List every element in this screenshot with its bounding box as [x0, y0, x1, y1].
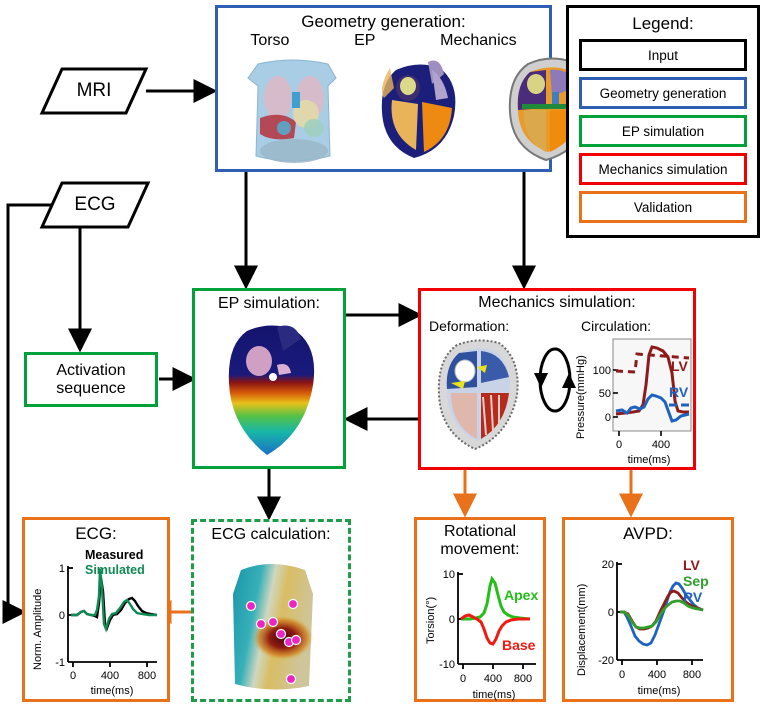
torsion-series-base-label: Base — [502, 637, 536, 653]
svg-text:20: 20 — [602, 559, 614, 571]
svg-text:0: 0 — [59, 610, 65, 622]
rotational-movement-title-line2: movement: — [440, 541, 520, 558]
ep-activation-map-image — [228, 325, 315, 455]
avpd-series-sep-label: Sep — [683, 573, 709, 589]
svg-text:400: 400 — [101, 670, 119, 682]
circulation-label: Circulation: — [581, 318, 652, 334]
input-ecg-label: ECG — [74, 194, 116, 215]
geometry-panel-ep-label: EP — [354, 32, 376, 49]
circulation-xlabel: time(ms) — [628, 454, 671, 466]
avpd-series-rv-label: RV — [683, 589, 703, 605]
input-ecg[interactable]: ECG — [39, 181, 151, 229]
legend-item-mechanics-simulation[interactable]: Mechanics simulation — [579, 153, 747, 185]
legend-item-mechanics-simulation-label: Mechanics simulation — [598, 161, 728, 177]
circulation-series-rv-label: RV — [669, 384, 689, 400]
activation-sequence-line2: sequence — [56, 379, 126, 397]
svg-text:50: 50 — [599, 388, 611, 400]
svg-text:0: 0 — [605, 412, 611, 424]
svg-text:-1: -1 — [55, 657, 65, 669]
svg-text:-20: -20 — [598, 655, 614, 667]
svg-text:400: 400 — [484, 673, 502, 685]
circulation-ylabel: Pressure(mmHg) — [575, 355, 587, 439]
svg-text:0: 0 — [616, 439, 622, 451]
legend-title: Legend: — [632, 14, 694, 33]
rotational-movement-box[interactable]: Rotational movement: Torsion(°) 10 0 -10… — [414, 517, 546, 702]
torsion-xlabel: time(ms) — [473, 689, 516, 701]
ep-geometry-image — [381, 60, 456, 158]
avpd-series-lv-label: LV — [683, 557, 701, 573]
ecg-calculation-box[interactable]: ECG calculation: — [191, 519, 351, 702]
svg-text:400: 400 — [648, 669, 666, 681]
avpd-title: AVPD: — [623, 524, 673, 543]
svg-text:-10: -10 — [439, 659, 455, 671]
rotational-movement-title-line1: Rotational — [443, 523, 517, 540]
legend-item-input-label: Input — [647, 47, 679, 63]
mechanics-simulation-box[interactable]: Mechanics simulation: Deformation: Circu… — [418, 288, 696, 470]
avpd-chart: Displacement(mm) 20 0 -20 LV Sep RV 0 40… — [576, 557, 709, 697]
ecg-validation-box[interactable]: ECG: Norm. Amplitude Measured Simulated … — [22, 517, 170, 702]
svg-text:800: 800 — [514, 673, 532, 685]
ecg-ylabel: Norm. Amplitude — [32, 589, 44, 670]
rotational-movement-chart: Torsion(°) 10 0 -10 Apex Base 0 400 800 … — [425, 569, 538, 701]
geometry-panel-mechanics-label: Mechanics — [440, 32, 517, 49]
avpd-ylabel: Displacement(mm) — [576, 584, 588, 676]
legend-item-validation[interactable]: Validation — [579, 191, 747, 223]
torsion-series-apex-label: Apex — [504, 587, 538, 603]
activation-sequence-box[interactable]: Activation sequence — [24, 352, 158, 407]
legend-item-input[interactable]: Input — [579, 39, 747, 71]
ecg-legend-measured: Measured — [85, 548, 143, 562]
ecg-xlabel: time(ms) — [91, 685, 134, 697]
torsion-ylabel: Torsion(°) — [425, 597, 437, 644]
torso-geometry-image — [247, 59, 337, 163]
avpd-xlabel: time(ms) — [638, 685, 681, 697]
deformation-image — [437, 339, 519, 451]
geometry-generation-title: Geometry generation: — [301, 12, 466, 31]
svg-text:800: 800 — [138, 670, 156, 682]
svg-text:0: 0 — [608, 607, 614, 619]
svg-text:0: 0 — [449, 614, 455, 626]
legend-item-geometry-generation[interactable]: Geometry generation — [579, 77, 747, 109]
ecg-validation-title: ECG: — [75, 524, 117, 543]
ecg-chart: Norm. Amplitude Measured Simulated 1 0 -… — [32, 548, 158, 697]
avpd-box[interactable]: AVPD: Displacement(mm) 20 0 -20 LV Sep R… — [562, 517, 734, 702]
svg-text:400: 400 — [652, 439, 670, 451]
circulation-series-lv-label: LV — [671, 358, 689, 374]
circulation-chart: Pressure(mmHg) 100 50 0 LV RV 0 400 time… — [575, 338, 692, 466]
coupling-loop-icon — [534, 347, 576, 413]
svg-text:800: 800 — [683, 669, 701, 681]
ecg-calculation-torso-map-image — [233, 564, 313, 690]
deformation-label: Deformation: — [429, 318, 510, 334]
input-mri-label: MRI — [76, 80, 112, 101]
svg-text:0: 0 — [460, 673, 466, 685]
ep-simulation-title: EP simulation: — [218, 295, 320, 312]
legend-item-ep-simulation[interactable]: EP simulation — [579, 115, 747, 147]
legend-box: Legend: Input Geometry generation EP sim… — [566, 5, 760, 238]
svg-text:100: 100 — [593, 365, 611, 377]
ecg-legend-simulated: Simulated — [85, 563, 145, 577]
ecg-calculation-title: ECG calculation: — [211, 526, 331, 543]
input-mri[interactable]: MRI — [39, 67, 149, 115]
activation-sequence-line1: Activation — [56, 361, 126, 379]
legend-item-ep-simulation-label: EP simulation — [621, 123, 705, 139]
svg-text:10: 10 — [443, 569, 455, 581]
legend-item-validation-label: Validation — [633, 199, 693, 215]
svg-text:0: 0 — [619, 669, 625, 681]
svg-text:0: 0 — [70, 670, 76, 682]
ep-simulation-box[interactable]: EP simulation: — [192, 288, 346, 469]
geometry-panel-torso-label: Torso — [250, 32, 290, 49]
legend-item-geometry-generation-label: Geometry generation — [599, 85, 727, 101]
mechanics-simulation-title: Mechanics simulation: — [478, 294, 636, 311]
geometry-generation-box[interactable]: Geometry generation: Torso EP Mechanics — [215, 5, 592, 172]
svg-text:1: 1 — [59, 563, 65, 575]
